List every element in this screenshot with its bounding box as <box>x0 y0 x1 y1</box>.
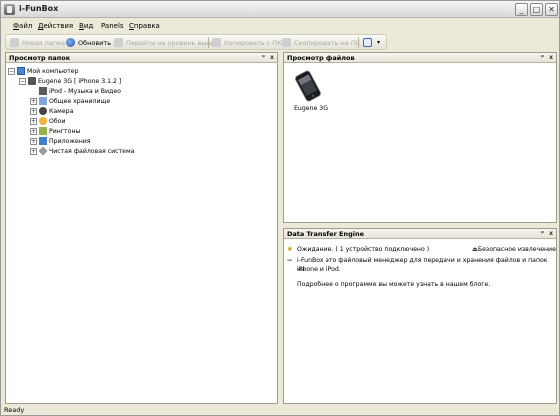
go-up-icon <box>114 38 123 47</box>
folders-panel: Просмотр папок ᵖ x − Мой компьютер − Eug… <box>5 52 278 404</box>
files-panel: Просмотр файлов ᵖ x Eugene 3G <box>283 52 557 223</box>
new-folder-label: Новая папка <box>22 38 66 47</box>
device-label[interactable]: Eugene 3G <box>294 105 328 112</box>
tree-device[interactable]: − Eugene 3G [ iPhone 3.1.2 ] <box>19 76 121 86</box>
toolbar: Новая папка Обновить Перейти на уровень … <box>5 34 387 50</box>
go-up-button[interactable]: Перейти на уровень выше <box>114 36 216 49</box>
expand-icon[interactable]: + <box>30 97 37 105</box>
dte-blog-link[interactable]: Подробнее о программе вы можете узнать в… <box>297 280 490 289</box>
iphone-icon <box>28 77 36 85</box>
tree-item[interactable]: + Обои <box>30 116 66 126</box>
close-icon[interactable]: x <box>549 229 553 239</box>
menu-bar: Файл Действия Вид Panels Справка <box>1 19 559 33</box>
go-up-label: Перейти на уровень выше <box>126 38 217 47</box>
tree-device-label: Eugene 3G [ iPhone 3.1.2 ] <box>38 77 122 85</box>
view-mode-button[interactable] <box>363 36 372 49</box>
filesystem-icon <box>38 146 48 156</box>
toolbar-separator <box>358 37 359 48</box>
copy-to-pc-label: Копировать с ПК <box>224 38 282 47</box>
copy-from-pc-button[interactable]: Скопировать на ПК <box>282 36 360 49</box>
tree-item[interactable]: + Приложения <box>30 136 91 146</box>
tree-item[interactable]: iPod - Музыка и Видео <box>39 86 121 96</box>
ipod-icon <box>39 87 47 95</box>
expand-icon[interactable]: + <box>30 117 37 125</box>
menu-actions[interactable]: Действия <box>38 22 73 30</box>
view-mode-icon <box>363 38 372 47</box>
copy-to-pc-button[interactable]: Копировать с ПК <box>212 36 282 49</box>
toolbar-overflow-button[interactable]: ▾ <box>377 36 380 49</box>
copy-from-pc-icon <box>282 38 291 47</box>
toolbar-separator <box>208 37 209 48</box>
collapse-icon[interactable]: − <box>19 77 26 85</box>
refresh-icon <box>66 38 75 47</box>
menu-help[interactable]: Справка <box>129 22 160 30</box>
expand-icon[interactable]: + <box>30 107 37 115</box>
tree-item[interactable]: + Рингтоны <box>30 126 80 136</box>
tree-root-label: Мой компьютер <box>27 67 79 75</box>
dte-panel-header: Data Transfer Engine ᵖ x <box>284 229 556 239</box>
folders-panel-title: Просмотр папок <box>9 54 71 62</box>
dte-panel-title: Data Transfer Engine <box>287 230 365 238</box>
close-icon[interactable]: x <box>270 53 274 63</box>
files-panel-title: Просмотр файлов <box>287 54 355 62</box>
dte-panel: Data Transfer Engine ᵖ x ✺ Ожидание. ( 1… <box>283 228 557 404</box>
folders-panel-header: Просмотр папок ᵖ x <box>6 53 277 63</box>
new-folder-icon <box>10 38 19 47</box>
files-panel-header: Просмотр файлов ᵖ x <box>284 53 556 63</box>
refresh-button[interactable]: Обновить <box>66 36 111 49</box>
tree-root[interactable]: − Мой компьютер <box>8 66 79 76</box>
tree-item[interactable]: + Чистая файловая система <box>30 146 134 156</box>
waiting-icon: ✺ <box>287 246 293 253</box>
copy-to-pc-icon <box>212 38 221 47</box>
status-text: Ready <box>4 406 25 414</box>
menu-panels[interactable]: Panels <box>101 22 124 30</box>
pin-icon[interactable]: ᵖ <box>262 53 265 63</box>
menu-file[interactable]: Файл <box>13 22 32 30</box>
refresh-label: Обновить <box>78 38 112 47</box>
pin-icon[interactable]: ᵖ <box>541 229 544 239</box>
dte-info-line: iPhone и iPod. <box>297 266 341 273</box>
arrow-icon: ➡ <box>287 257 293 264</box>
status-bar: Ready <box>1 405 559 416</box>
app-icon <box>4 4 15 15</box>
tree-item[interactable]: + Камера <box>30 106 73 116</box>
window-title: i-FunBox <box>19 4 59 13</box>
wallpaper-icon <box>39 117 47 125</box>
minimize-button[interactable]: _ <box>515 3 528 16</box>
camera-icon <box>39 107 47 115</box>
storage-icon <box>39 97 47 105</box>
dte-status: Ожидание. ( 1 устройство подключено ) <box>297 246 430 253</box>
pin-icon[interactable]: ᵖ <box>541 53 544 63</box>
title-bar[interactable]: i-FunBox _ □ ✕ <box>1 1 559 18</box>
ringtone-icon <box>39 127 47 135</box>
computer-icon <box>17 67 25 75</box>
safe-remove-button[interactable]: ⏏Безопасное извлечение <box>472 245 556 254</box>
expand-icon[interactable]: + <box>30 147 37 155</box>
expand-icon[interactable]: + <box>30 127 37 135</box>
close-button[interactable]: ✕ <box>545 3 558 16</box>
app-window: i-FunBox _ □ ✕ Файл Действия Вид Panels … <box>0 0 560 416</box>
close-icon[interactable]: x <box>549 53 553 63</box>
apps-icon <box>39 137 47 145</box>
collapse-icon[interactable]: − <box>8 67 15 75</box>
new-folder-button[interactable]: Новая папка <box>10 36 65 49</box>
maximize-button[interactable]: □ <box>530 3 543 16</box>
iphone-device-icon[interactable] <box>292 69 324 103</box>
expand-icon[interactable]: + <box>30 137 37 145</box>
copy-from-pc-label: Скопировать на ПК <box>294 38 361 47</box>
tree-item[interactable]: + Общее хранилище <box>30 96 110 106</box>
menu-view[interactable]: Вид <box>79 22 93 30</box>
